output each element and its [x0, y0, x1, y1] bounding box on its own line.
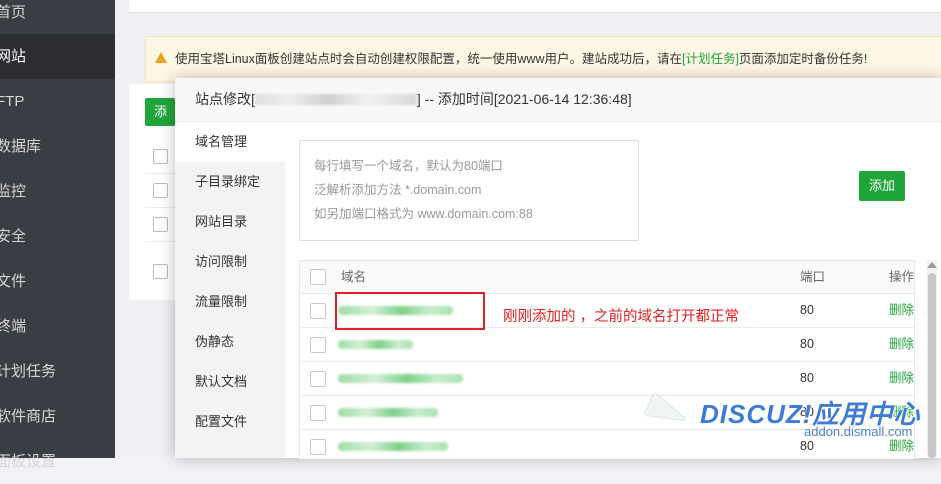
notice-text-before: 使用宝塔Linux面板创建站点时会自动创建权限配置，统一使用www用户。建站成功… [175, 52, 682, 66]
tab-access-limit[interactable]: 访问限制 [175, 242, 285, 282]
row-checkbox[interactable] [310, 371, 326, 387]
warning-icon [155, 52, 167, 64]
scroll-up-arrow-icon[interactable] [927, 262, 937, 268]
tab-domain-manage[interactable]: 域名管理 [175, 122, 285, 162]
delete-link[interactable]: 删除 [889, 294, 914, 327]
dialog-nav: 域名管理 子目录绑定 网站目录 访问限制 流量限制 伪静态 默认文档 配置文件 [175, 122, 285, 458]
domain-input[interactable]: 每行填写一个域名，默认为80端口 泛解析添加方法 *.domain.com 如另… [299, 140, 639, 241]
add-domain-button[interactable]: 添加 [859, 171, 905, 201]
redacted-site-name [254, 93, 417, 105]
table-row: 80 删除 [300, 362, 914, 396]
tab-traffic-limit[interactable]: 流量限制 [175, 282, 285, 322]
sidebar-item-store[interactable]: 软件商店 [0, 394, 115, 439]
sidebar-item-website[interactable]: 网站 [0, 34, 115, 79]
sidebar-item-home[interactable]: 首页 [0, 0, 115, 35]
select-all-checkbox[interactable] [310, 269, 326, 285]
tab-config-file[interactable]: 配置文件 [175, 402, 285, 442]
highlight-box [335, 292, 485, 330]
table-row: 80 删除 [300, 328, 914, 362]
annotation-text: 刚刚添加的 ，之前的域名打开都正常 [503, 309, 740, 325]
row-checkbox[interactable] [153, 217, 168, 232]
watermark-url: addon.dismall.com [804, 424, 913, 439]
column-header-domain: 域名 [341, 270, 367, 284]
tab-rewrite[interactable]: 伪静态 [175, 322, 285, 362]
sidebar-item-ftp[interactable]: FTP [0, 79, 115, 124]
sidebar-item-database[interactable]: 数据库 [0, 124, 115, 169]
table-header: 域名 端口 操作 [300, 261, 914, 294]
tab-subdirectory-bind[interactable]: 子目录绑定 [175, 162, 285, 202]
port-cell: 80 [800, 371, 814, 385]
dialog-title-prefix: 站点修改[ [195, 91, 255, 107]
dialog-title: 站点修改[ ] -- 添加时间[2021-06-14 12:36:48] [195, 78, 632, 121]
row-checkbox[interactable] [153, 183, 168, 198]
row-checkbox[interactable] [153, 264, 168, 279]
notice-text-after: 页面添加定时备份任务! [738, 52, 868, 66]
tab-site-directory[interactable]: 网站目录 [175, 202, 285, 242]
delete-link[interactable]: 删除 [889, 328, 914, 361]
port-cell: 80 [800, 303, 814, 317]
main-sidebar: 首页 网站 FTP 数据库 监控 安全 文件 终端 计划任务 软件商店 面板设置 [0, 0, 115, 470]
watermark: DISCUZ!应用中心 addon.dismall.com [640, 392, 941, 458]
redacted-domain [338, 442, 448, 451]
tab-default-doc[interactable]: 默认文档 [175, 362, 285, 402]
sidebar-item-monitor[interactable]: 监控 [0, 169, 115, 214]
redacted-domain [338, 374, 463, 383]
sidebar-item-cron[interactable]: 计划任务 [0, 349, 115, 394]
sidebar-item-terminal[interactable]: 终端 [0, 304, 115, 349]
sidebar-item-settings[interactable]: 面板设置 [0, 439, 115, 484]
notice-cron-link[interactable]: [计划任务] [682, 52, 739, 66]
redacted-domain [338, 340, 413, 349]
cursor-arrow-icon [644, 392, 692, 432]
row-checkbox[interactable] [310, 439, 326, 455]
column-header-port: 端口 [800, 270, 826, 284]
placeholder-line: 如另加端口格式为 www.domain.com:88 [314, 207, 533, 221]
sidebar-item-files[interactable]: 文件 [0, 259, 115, 304]
dialog-header: 站点修改[ ] -- 添加时间[2021-06-14 12:36:48] [175, 78, 941, 122]
row-checkbox[interactable] [310, 303, 326, 319]
row-checkbox[interactable] [310, 337, 326, 353]
column-header-action: 操作 [889, 270, 915, 284]
placeholder-line: 泛解析添加方法 *.domain.com [314, 183, 482, 197]
sidebar-item-security[interactable]: 安全 [0, 214, 115, 259]
row-checkbox[interactable] [153, 149, 168, 164]
dialog-title-suffix: ] -- 添加时间[2021-06-14 12:36:48] [416, 91, 632, 107]
port-cell: 80 [800, 337, 814, 351]
placeholder-line: 每行填写一个域名，默认为80端口 [314, 159, 503, 173]
top-card [129, 0, 941, 13]
redacted-domain [338, 408, 438, 417]
delete-link[interactable]: 删除 [889, 362, 914, 395]
add-site-button[interactable]: 添加站点 [145, 98, 175, 126]
notice-bar: 使用宝塔Linux面板创建站点时会自动创建权限配置，统一使用www用户。建站成功… [145, 36, 941, 82]
row-checkbox[interactable] [310, 405, 326, 421]
